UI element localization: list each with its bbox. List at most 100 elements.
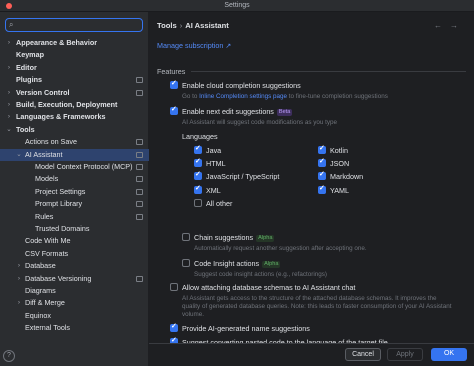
db-schemas-label[interactable]: Allow attaching database schemas to AI A… bbox=[182, 283, 355, 292]
sidebar-item[interactable]: Model Context Protocol (MCP) bbox=[0, 161, 149, 173]
cloud-completion-checkbox[interactable] bbox=[170, 79, 178, 89]
sidebar-item[interactable]: Keymap bbox=[0, 49, 149, 61]
language-label[interactable]: JSON bbox=[330, 159, 349, 168]
sidebar-item-label: Actions on Save bbox=[25, 137, 77, 147]
language-label[interactable]: YAML bbox=[330, 186, 349, 195]
alpha-badge: Alpha bbox=[256, 235, 275, 242]
chevron-right-icon[interactable]: › bbox=[5, 62, 13, 74]
sidebar-item[interactable]: ⌄ Tools bbox=[0, 124, 149, 136]
next-edit-hint: AI Assistant will suggest code modificat… bbox=[182, 119, 338, 126]
language-checkbox[interactable] bbox=[318, 144, 326, 154]
chain-suggestions-hint: Automatically request another suggestion… bbox=[194, 245, 367, 252]
sidebar-item[interactable]: Rules bbox=[0, 211, 149, 223]
sidebar-item[interactable]: › Languages & Frameworks bbox=[0, 111, 149, 123]
chain-suggestions-label[interactable]: Chain suggestions Alpha bbox=[194, 233, 275, 242]
sidebar-item[interactable]: Project Settings bbox=[0, 186, 149, 198]
window-title: Settings bbox=[224, 2, 250, 9]
chevron-right-icon[interactable]: › bbox=[5, 111, 13, 123]
sidebar-item[interactable]: Plugins bbox=[0, 74, 149, 86]
language-label[interactable]: Java bbox=[206, 146, 221, 155]
apply-button[interactable]: Apply bbox=[387, 348, 423, 361]
language-checkbox[interactable] bbox=[318, 184, 326, 194]
db-schemas-hint-line: AI Assistant gets access to the structur… bbox=[182, 295, 437, 302]
chevron-right-icon[interactable]: › bbox=[5, 37, 13, 49]
back-arrow-icon[interactable]: ← bbox=[434, 21, 450, 30]
sidebar-item[interactable]: Actions on Save bbox=[0, 136, 149, 148]
sidebar-item-label: Database Versioning bbox=[25, 273, 92, 283]
chevron-right-icon[interactable]: › bbox=[5, 99, 13, 111]
next-edit-text: Enable next edit suggestions bbox=[182, 107, 274, 116]
forward-arrow-icon[interactable]: → bbox=[450, 21, 466, 30]
sidebar-item[interactable]: ⌄ AI Assistant bbox=[0, 148, 149, 161]
sidebar-item-label: Plugins bbox=[16, 75, 42, 85]
db-schemas-hint-line: quality of generated database queries. N… bbox=[182, 303, 452, 310]
chevron-down-icon[interactable]: ⌄ bbox=[5, 124, 13, 136]
code-insight-checkbox[interactable] bbox=[182, 259, 190, 267]
sidebar-item[interactable]: › Database Versioning bbox=[0, 273, 149, 285]
sidebar-item[interactable]: Prompt Library bbox=[0, 198, 149, 210]
sidebar-item[interactable]: Code With Me bbox=[0, 235, 149, 247]
chevron-down-icon[interactable]: ⌄ bbox=[15, 149, 23, 161]
language-label[interactable]: Kotlin bbox=[330, 146, 348, 155]
language-label[interactable]: All other bbox=[206, 199, 232, 208]
sidebar-item-label: Code With Me bbox=[25, 236, 71, 246]
help-icon[interactable]: ? bbox=[3, 350, 15, 362]
sidebar-item-label: AI Assistant bbox=[25, 149, 63, 159]
ai-names-checkbox[interactable] bbox=[170, 322, 178, 332]
breadcrumb-parent[interactable]: Tools bbox=[157, 21, 177, 30]
sidebar-item[interactable]: › Database bbox=[0, 260, 149, 272]
search-icon: ⌕ bbox=[9, 20, 14, 29]
chain-text: Chain suggestions bbox=[194, 233, 254, 242]
chain-suggestions-checkbox[interactable] bbox=[182, 233, 190, 241]
chevron-right-icon[interactable]: › bbox=[5, 87, 13, 99]
sidebar-item[interactable]: Models bbox=[0, 173, 149, 185]
code-insight-label[interactable]: Code Insight actions Alpha bbox=[194, 259, 281, 268]
sidebar-item[interactable]: Equinox bbox=[0, 310, 149, 322]
project-scope-icon bbox=[136, 139, 143, 146]
language-checkbox[interactable] bbox=[318, 170, 326, 181]
language-checkbox[interactable] bbox=[194, 184, 202, 194]
project-scope-icon bbox=[136, 77, 143, 84]
next-edit-label[interactable]: Enable next edit suggestions Beta bbox=[182, 107, 293, 116]
sidebar-item[interactable]: CSV Formats bbox=[0, 248, 149, 260]
db-schemas-hint-line: volume. bbox=[182, 311, 205, 318]
project-scope-icon bbox=[136, 201, 143, 208]
inline-completion-settings-link[interactable]: Inline Completion settings page bbox=[199, 93, 287, 100]
ai-names-label[interactable]: Provide AI-generated name suggestions bbox=[182, 324, 310, 333]
sidebar-item[interactable]: Trusted Domains bbox=[0, 223, 149, 235]
chevron-right-icon[interactable]: › bbox=[15, 260, 23, 272]
sidebar-item[interactable]: › Version Control bbox=[0, 87, 149, 99]
language-label[interactable]: Markdown bbox=[330, 172, 363, 181]
language-label[interactable]: XML bbox=[206, 186, 221, 195]
db-schemas-checkbox[interactable] bbox=[170, 283, 178, 291]
language-checkbox[interactable] bbox=[318, 157, 326, 168]
settings-search-input[interactable]: ⌕ bbox=[5, 18, 143, 32]
cloud-completion-label[interactable]: Enable cloud completion suggestions bbox=[182, 81, 301, 90]
language-label[interactable]: HTML bbox=[206, 159, 226, 168]
sidebar-item[interactable]: › Build, Execution, Deployment bbox=[0, 99, 149, 111]
language-checkbox[interactable] bbox=[194, 170, 202, 181]
language-checkbox[interactable] bbox=[194, 198, 202, 207]
language-checkbox[interactable] bbox=[194, 144, 202, 154]
manage-subscription-link[interactable]: Manage subscription ↗ bbox=[157, 41, 231, 50]
project-scope-icon bbox=[136, 89, 143, 96]
beta-badge: Beta bbox=[276, 109, 293, 116]
sidebar-item[interactable]: › Editor bbox=[0, 62, 149, 74]
cancel-button[interactable]: Cancel bbox=[345, 348, 381, 361]
ok-button[interactable]: OK bbox=[431, 348, 467, 361]
chevron-right-icon[interactable]: › bbox=[15, 273, 23, 285]
sidebar-item[interactable]: Diagrams bbox=[0, 285, 149, 297]
language-checkbox[interactable] bbox=[194, 157, 202, 168]
sidebar-item-label: Diagrams bbox=[25, 286, 56, 295]
features-section-title: Features bbox=[157, 67, 186, 76]
sidebar-item-label: Models bbox=[35, 174, 59, 184]
sidebar-item[interactable]: External Tools bbox=[0, 322, 149, 334]
sidebar-item-label: Appearance & Behavior bbox=[16, 38, 98, 47]
nav-arrows: ←→ bbox=[434, 21, 466, 30]
chevron-right-icon[interactable]: › bbox=[15, 297, 23, 309]
sidebar-item[interactable]: › Appearance & Behavior bbox=[0, 37, 149, 49]
language-label[interactable]: JavaScript / TypeScript bbox=[206, 172, 279, 181]
sidebar-item-label: Database bbox=[25, 261, 56, 271]
sidebar-item[interactable]: › Diff & Merge bbox=[0, 297, 149, 309]
next-edit-checkbox[interactable] bbox=[170, 105, 178, 115]
